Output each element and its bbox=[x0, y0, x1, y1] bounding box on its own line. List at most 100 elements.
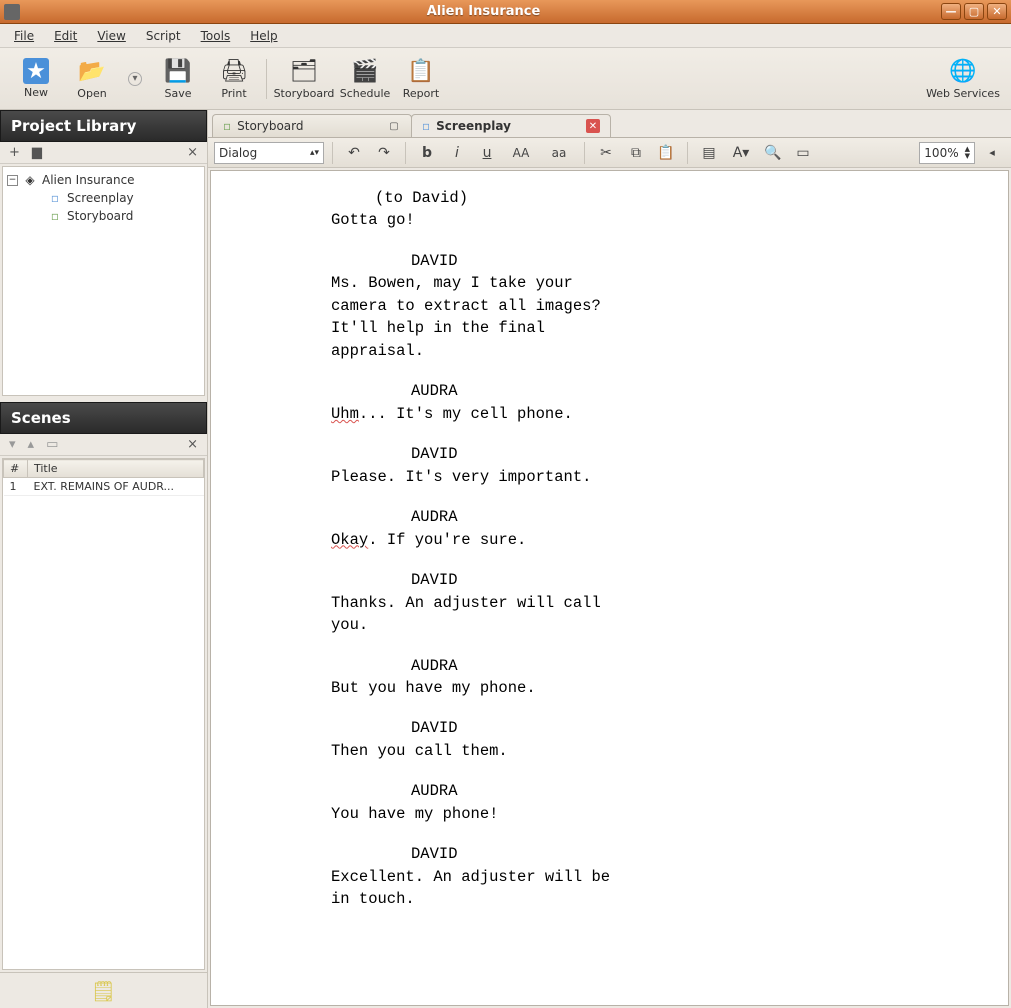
page-button[interactable]: ▤ bbox=[696, 142, 722, 164]
screenplay-dialog[interactable]: You have my phone! bbox=[331, 803, 611, 825]
col-title[interactable]: Title bbox=[28, 460, 204, 478]
menu-script[interactable]: Script bbox=[138, 27, 189, 45]
scene-edit-button[interactable]: ▭ bbox=[43, 437, 61, 452]
document-icon: ▫ bbox=[47, 190, 63, 206]
tree-collapse-icon[interactable]: − bbox=[7, 175, 18, 186]
search-icon: 🔍 bbox=[764, 145, 781, 161]
screenplay-dialog[interactable]: Uhm... It's my cell phone. bbox=[331, 403, 611, 425]
scenes-table[interactable]: # Title 1 EXT. REMAINS OF AUDR... bbox=[2, 458, 205, 970]
printer-icon: 🖨 bbox=[220, 57, 248, 85]
font-icon: A▾ bbox=[733, 145, 750, 161]
left-bottom-bar: 🗒 bbox=[0, 972, 207, 1008]
screenplay-char[interactable]: DAVID bbox=[411, 569, 952, 591]
document-tabs: ▫ Storyboard ▢ ▫ Screenplay ✕ bbox=[208, 110, 1011, 138]
project-root-row[interactable]: − ◈ Alien Insurance bbox=[7, 171, 200, 189]
screenplay-char[interactable]: AUDRA bbox=[411, 506, 952, 528]
project-library-header: Project Library bbox=[0, 110, 207, 142]
find-button[interactable]: 🔍 bbox=[760, 142, 786, 164]
screenplay-dialog[interactable]: Gotta go! bbox=[331, 209, 611, 231]
project-tree[interactable]: − ◈ Alien Insurance ▫ Screenplay ▫ Story… bbox=[2, 166, 205, 396]
italic-button[interactable]: i bbox=[444, 142, 470, 164]
screenplay-dialog[interactable]: Excellent. An adjuster will be in touch. bbox=[331, 866, 611, 911]
menubar: File Edit View Script Tools Help bbox=[0, 24, 1011, 48]
star-icon: ★ bbox=[23, 58, 49, 84]
uppercase-button[interactable]: AA bbox=[504, 142, 538, 164]
close-scenes-button[interactable]: × bbox=[184, 437, 201, 452]
window-minimize-button[interactable]: — bbox=[941, 3, 961, 20]
storyboard-button[interactable]: 🗂 Storyboard bbox=[271, 52, 337, 106]
screenplay-char[interactable]: DAVID bbox=[411, 843, 952, 865]
screenplay-char[interactable]: DAVID bbox=[411, 717, 952, 739]
project-library-toolbar: + ▆ × bbox=[0, 142, 207, 164]
add-project-button[interactable]: + bbox=[6, 145, 23, 160]
screenplay-dialog[interactable]: Okay. If you're sure. bbox=[331, 529, 611, 551]
screenplay-dialog[interactable]: But you have my phone. bbox=[331, 677, 611, 699]
zoom-combo[interactable]: 100% ▲▼ bbox=[919, 142, 975, 164]
underline-button[interactable]: u bbox=[474, 142, 500, 164]
tab-screenplay[interactable]: ▫ Screenplay ✕ bbox=[411, 114, 611, 137]
paste-icon: 📋 bbox=[657, 145, 674, 161]
screenplay-dialog[interactable]: Then you call them. bbox=[331, 740, 611, 762]
zoom-spinner-icon: ▲▼ bbox=[965, 146, 970, 160]
project-item-screenplay[interactable]: ▫ Screenplay bbox=[7, 189, 200, 207]
chevron-updown-icon: ▴▾ bbox=[310, 148, 319, 158]
close-panel-button[interactable]: × bbox=[184, 145, 201, 160]
menu-file[interactable]: File bbox=[6, 27, 42, 45]
save-button[interactable]: 💾 Save bbox=[150, 52, 206, 106]
menu-edit[interactable]: Edit bbox=[46, 27, 85, 45]
close-tab-storyboard[interactable]: ▢ bbox=[387, 119, 401, 133]
close-tab-screenplay[interactable]: ✕ bbox=[586, 119, 600, 133]
screenplay-editor[interactable]: (to David)Gotta go!DAVIDMs. Bowen, may I… bbox=[210, 170, 1009, 1006]
screenplay-dialog[interactable]: Ms. Bowen, may I take your camera to ext… bbox=[331, 272, 611, 362]
menu-tools[interactable]: Tools bbox=[193, 27, 239, 45]
open-dropdown-button[interactable]: ▾ bbox=[120, 52, 150, 106]
schedule-button[interactable]: 🎬 Schedule bbox=[337, 52, 393, 106]
undo-icon: ↶ bbox=[348, 145, 360, 161]
col-number[interactable]: # bbox=[4, 460, 28, 478]
screenplay-char[interactable]: AUDRA bbox=[411, 780, 952, 802]
app-icon bbox=[4, 4, 20, 20]
scissors-icon: ✂ bbox=[600, 145, 612, 161]
window-maximize-button[interactable]: ▢ bbox=[964, 3, 984, 20]
notes-icon[interactable]: 🗒 bbox=[91, 979, 116, 1003]
folder-icon[interactable]: ▆ bbox=[29, 145, 45, 160]
screenplay-char[interactable]: DAVID bbox=[411, 250, 952, 272]
redo-button[interactable]: ↷ bbox=[371, 142, 397, 164]
uppercase-icon: AA bbox=[513, 146, 530, 160]
open-button[interactable]: 📂 Open bbox=[64, 52, 120, 106]
report-button[interactable]: 📋 Report bbox=[393, 52, 449, 106]
screenplay-char[interactable]: AUDRA bbox=[411, 655, 952, 677]
clipboard-icon: 📋 bbox=[407, 57, 435, 85]
new-button[interactable]: ★ New bbox=[8, 52, 64, 106]
tab-storyboard[interactable]: ▫ Storyboard ▢ bbox=[212, 114, 412, 137]
copy-button[interactable]: ⧉ bbox=[623, 142, 649, 164]
underline-icon: u bbox=[483, 145, 492, 161]
screenplay-char[interactable]: AUDRA bbox=[411, 380, 952, 402]
fullscreen-icon: ▭ bbox=[796, 145, 809, 161]
screenplay-dialog[interactable]: Please. It's very important. bbox=[331, 466, 611, 488]
cut-button[interactable]: ✂ bbox=[593, 142, 619, 164]
bold-button[interactable]: b bbox=[414, 142, 440, 164]
project-item-storyboard[interactable]: ▫ Storyboard bbox=[7, 207, 200, 225]
print-button[interactable]: 🖨 Print bbox=[206, 52, 262, 106]
font-button[interactable]: A▾ bbox=[726, 142, 756, 164]
scene-up-button[interactable]: ▴ bbox=[25, 437, 38, 452]
screenplay-paren[interactable]: (to David) bbox=[375, 187, 952, 209]
menu-view[interactable]: View bbox=[89, 27, 133, 45]
paragraph-style-combo[interactable]: Dialog ▴▾ bbox=[214, 142, 324, 164]
web-services-button[interactable]: 🌐 Web Services bbox=[923, 52, 1003, 106]
paste-button[interactable]: 📋 bbox=[653, 142, 679, 164]
screenplay-char[interactable]: DAVID bbox=[411, 443, 952, 465]
fullscreen-button[interactable]: ▭ bbox=[790, 142, 816, 164]
scene-row[interactable]: 1 EXT. REMAINS OF AUDR... bbox=[4, 478, 204, 496]
lowercase-button[interactable]: aa bbox=[542, 142, 576, 164]
undo-button[interactable]: ↶ bbox=[341, 142, 367, 164]
menu-help[interactable]: Help bbox=[242, 27, 285, 45]
screenplay-tab-icon: ▫ bbox=[422, 119, 430, 133]
window-title: Alien Insurance bbox=[26, 4, 941, 19]
redo-icon: ↷ bbox=[378, 145, 390, 161]
scene-down-button[interactable]: ▾ bbox=[6, 437, 19, 452]
screenplay-dialog[interactable]: Thanks. An adjuster will call you. bbox=[331, 592, 611, 637]
toolbar-scroll-left[interactable]: ◂ bbox=[979, 142, 1005, 164]
window-close-button[interactable]: ✕ bbox=[987, 3, 1007, 20]
